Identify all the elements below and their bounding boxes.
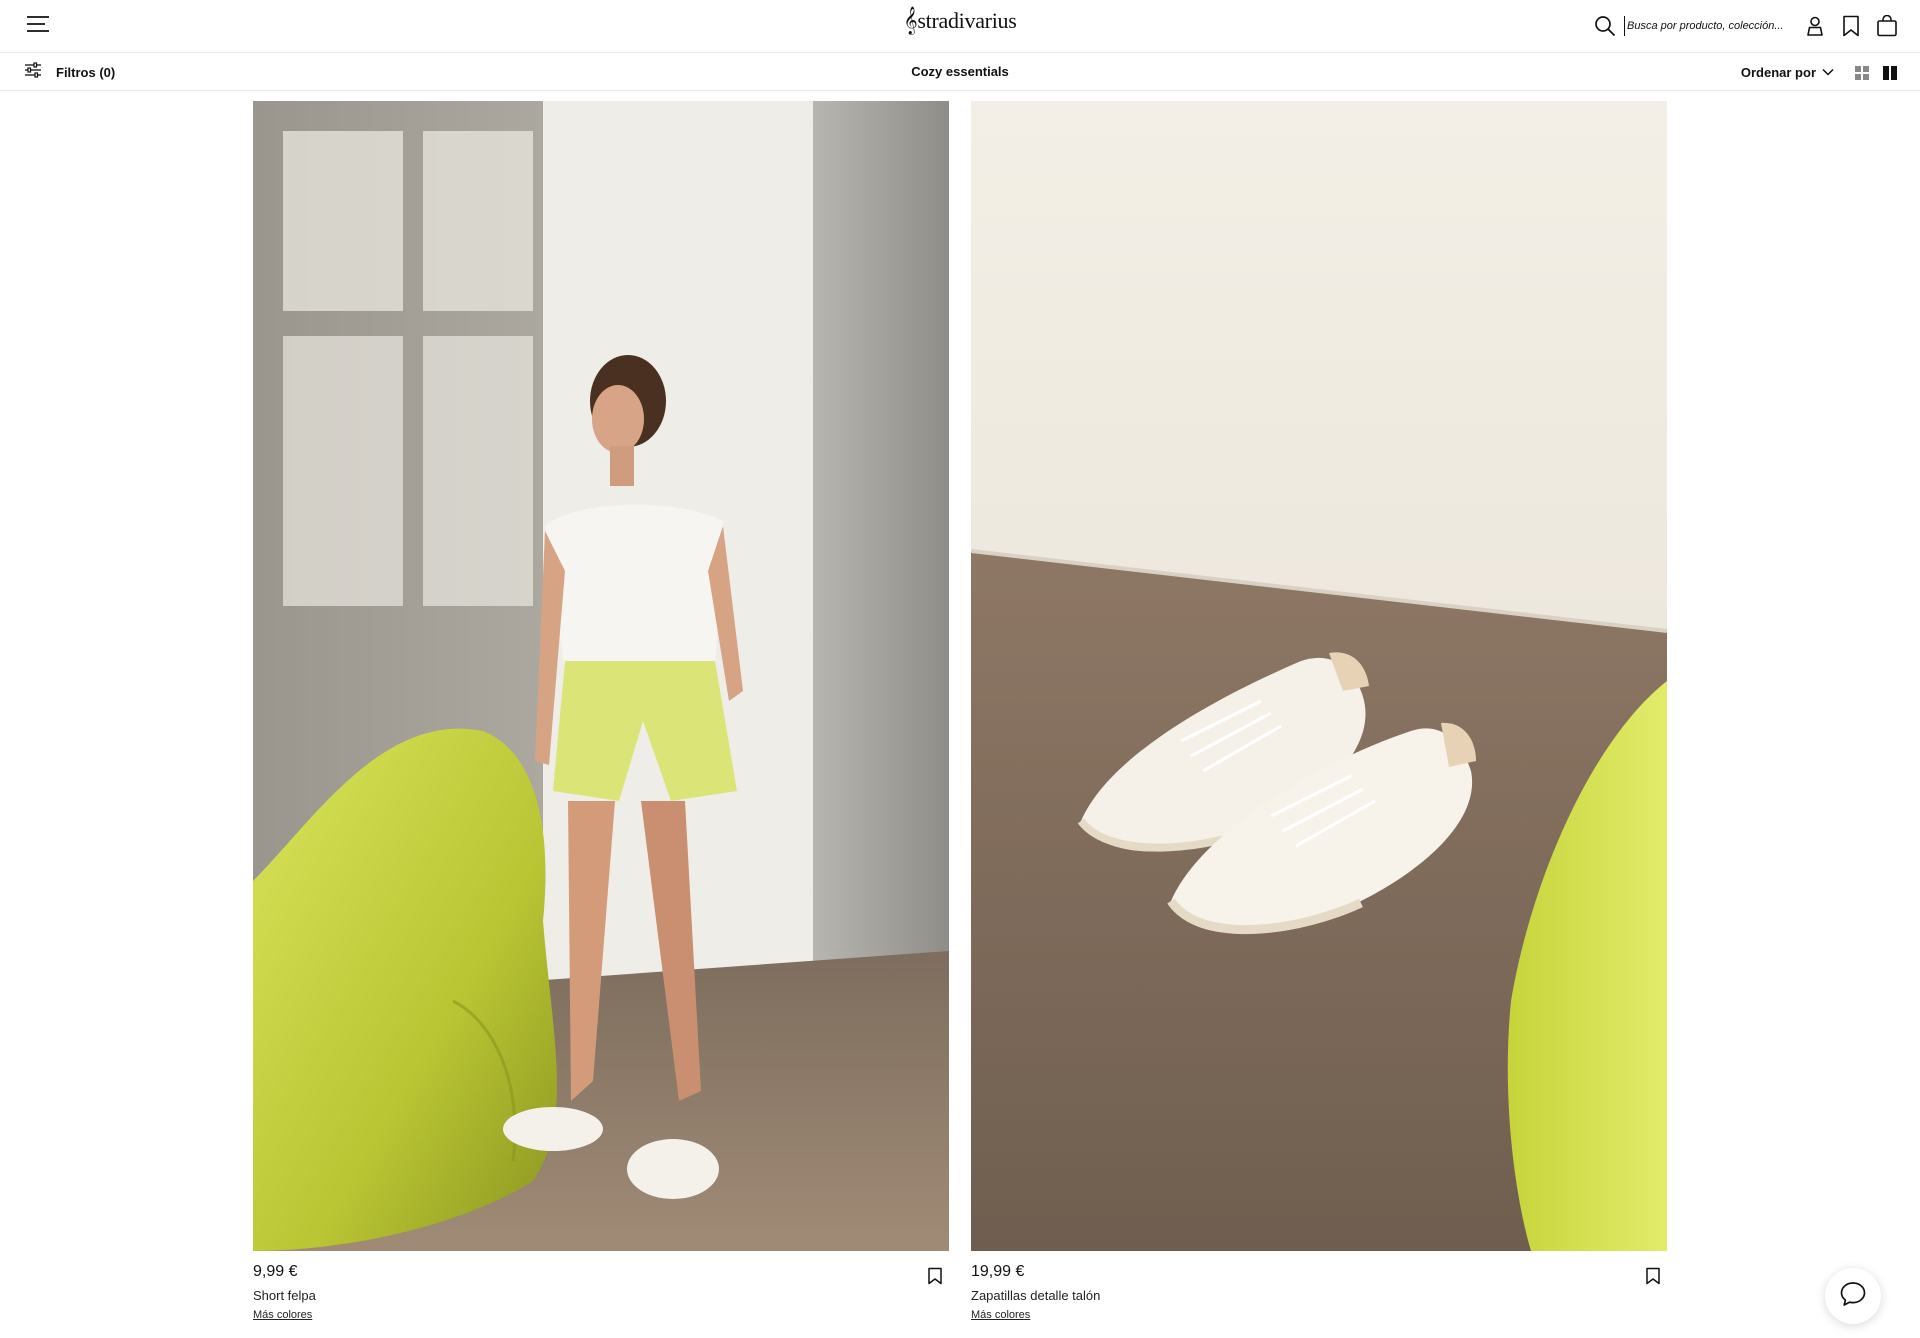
chevron-down-icon xyxy=(1822,63,1834,81)
product-card: 9,99 € Short felpa Más colores xyxy=(253,101,949,1331)
brand-name: stradivarius xyxy=(917,8,1017,33)
menu-icon[interactable] xyxy=(26,12,50,36)
wishlist-bookmark-icon[interactable] xyxy=(927,1267,945,1287)
sort-label: Ordenar por xyxy=(1740,64,1816,80)
header-actions xyxy=(1594,10,1898,42)
search-input[interactable] xyxy=(1624,16,1784,36)
filter-sliders-icon xyxy=(24,62,42,83)
bag-icon[interactable] xyxy=(1876,15,1898,37)
product-info: 19,99 € Zapatillas detalle talón Más col… xyxy=(971,1251,1667,1331)
product-price: 9,99 € xyxy=(253,1263,298,1280)
grid-view-icon[interactable] xyxy=(1854,65,1870,86)
double-view-icon[interactable] xyxy=(1882,65,1898,86)
search-icon[interactable] xyxy=(1594,15,1616,37)
collection-title: Cozy essentials xyxy=(911,64,1009,79)
more-colors-link[interactable]: Más colores xyxy=(971,1309,1030,1321)
filters-label: Filtros (0) xyxy=(56,65,116,80)
product-image[interactable] xyxy=(253,101,949,1251)
product-price: 19,99 € xyxy=(971,1263,1025,1280)
more-colors-link[interactable]: Más colores xyxy=(253,1309,312,1321)
product-name[interactable]: Zapatillas detalle talón xyxy=(971,1288,1667,1303)
site-header: 𝄞stradivarius xyxy=(0,0,1920,53)
listing-toolbar: Filtros (0) Cozy essentials Ordenar por xyxy=(0,54,1920,91)
product-card: 19,99 € Zapatillas detalle talón Más col… xyxy=(971,101,1667,1331)
wishlist-bookmark-icon[interactable] xyxy=(1645,1267,1663,1287)
product-name[interactable]: Short felpa xyxy=(253,1288,949,1303)
user-icon[interactable] xyxy=(1804,15,1826,37)
brand-mark: 𝄞 xyxy=(903,8,918,34)
chat-button[interactable] xyxy=(1825,1268,1881,1324)
chat-bubble-icon xyxy=(1839,1280,1867,1313)
sort-dropdown[interactable]: Ordenar por xyxy=(1741,63,1834,81)
filters-button[interactable]: Filtros (0) xyxy=(24,62,115,83)
product-image[interactable] xyxy=(971,101,1667,1251)
product-info: 9,99 € Short felpa Más colores xyxy=(253,1251,949,1331)
product-grid: 9,99 € Short felpa Más colores 19,99 € Z… xyxy=(253,101,1669,1338)
brand-logo[interactable]: 𝄞stradivarius xyxy=(904,8,1017,35)
search-bar xyxy=(1594,15,1784,37)
bookmark-icon[interactable] xyxy=(1840,15,1862,37)
